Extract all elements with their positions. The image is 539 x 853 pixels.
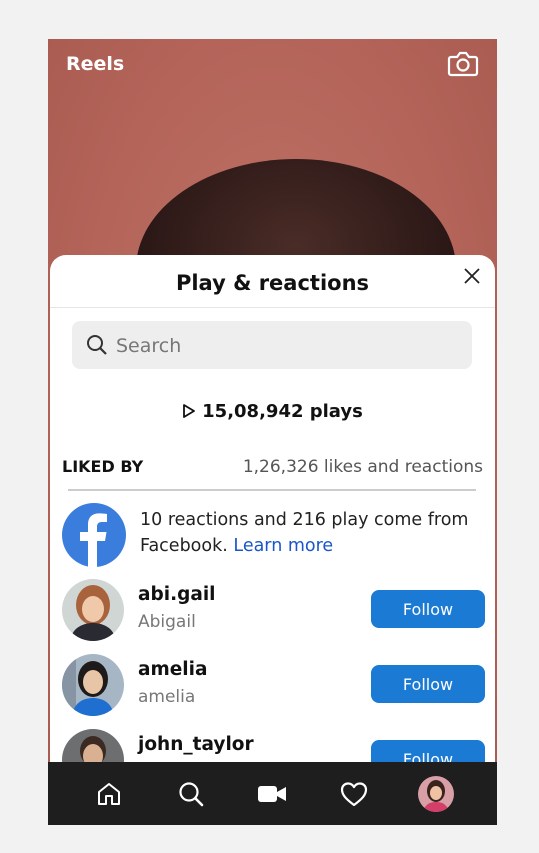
user-fullname: Abigail xyxy=(138,612,196,632)
video-icon xyxy=(258,785,287,802)
sheet-title: Play & reactions xyxy=(175,271,370,295)
nav-profile[interactable] xyxy=(416,774,456,814)
search-bar[interactable] xyxy=(72,321,472,371)
user-row-abi-gail[interactable]: abi.gail Abigail Follow xyxy=(62,579,487,643)
phone-screen: Reels Play & reactions 15,08,942 plays L… xyxy=(48,39,497,825)
avatar-image xyxy=(62,579,124,641)
nav-reels[interactable] xyxy=(252,774,292,814)
avatar-image xyxy=(62,654,124,716)
nav-search[interactable] xyxy=(171,774,211,814)
search-input[interactable] xyxy=(114,321,458,371)
search-icon xyxy=(179,781,203,806)
nav-activity[interactable] xyxy=(334,774,374,814)
username[interactable]: abi.gail xyxy=(138,584,216,605)
avatar[interactable] xyxy=(62,579,124,641)
camera-icon[interactable] xyxy=(447,51,479,77)
learn-more-link[interactable]: Learn more xyxy=(233,536,333,556)
username[interactable]: john_taylor xyxy=(138,734,254,755)
follow-button[interactable]: Follow xyxy=(371,665,485,703)
user-row-amelia[interactable]: amelia amelia Follow xyxy=(62,654,487,718)
nav-home[interactable] xyxy=(89,774,129,814)
facebook-icon xyxy=(62,503,126,567)
username[interactable]: amelia xyxy=(138,659,207,680)
heart-icon xyxy=(341,781,368,806)
plays-count: 15,08,942 plays xyxy=(50,401,495,422)
home-icon xyxy=(97,782,120,805)
reactions-sheet: Play & reactions 15,08,942 plays LIKED B… xyxy=(50,255,495,775)
user-fullname: amelia xyxy=(138,687,196,707)
plays-text: 15,08,942 plays xyxy=(202,401,363,422)
sheet-divider xyxy=(50,307,495,308)
bottom-nav xyxy=(48,762,497,825)
facebook-info-row: 10 reactions and 216 play come from Face… xyxy=(62,503,487,567)
profile-avatar xyxy=(418,775,455,812)
follow-button[interactable]: Follow xyxy=(371,590,485,628)
liked-by-label: LIKED BY xyxy=(62,457,144,476)
close-icon[interactable] xyxy=(463,267,481,285)
liked-by-divider xyxy=(68,489,476,491)
reels-title: Reels xyxy=(66,53,125,75)
likes-count: 1,26,326 likes and reactions xyxy=(242,457,483,477)
play-icon xyxy=(183,404,196,418)
search-icon xyxy=(87,335,107,355)
facebook-info-text: 10 reactions and 216 play come from Face… xyxy=(140,507,480,559)
avatar[interactable] xyxy=(62,654,124,716)
